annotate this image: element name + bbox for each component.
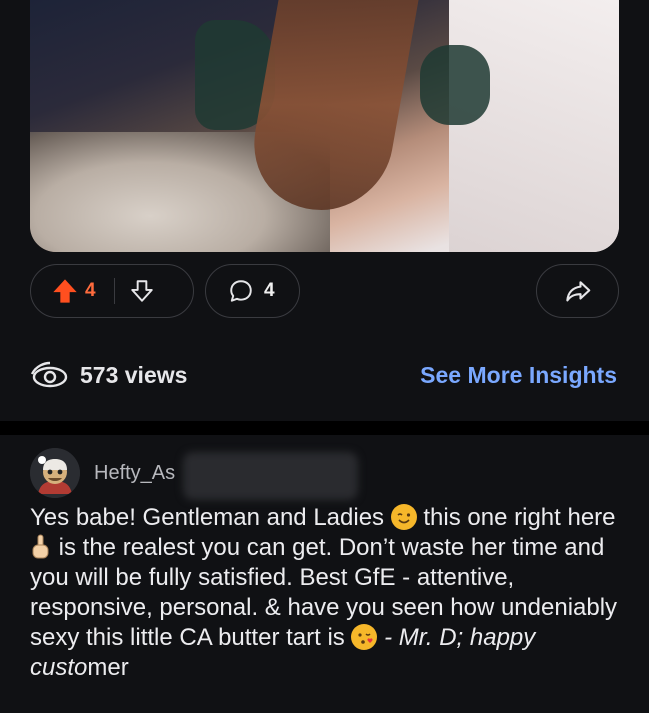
wink-emoji-icon xyxy=(390,504,417,530)
section-divider xyxy=(0,421,649,435)
comment-icon xyxy=(228,278,254,304)
comment-text-2: this one right here xyxy=(416,504,616,531)
image-sheet xyxy=(449,0,619,252)
comment-count: 4 xyxy=(264,280,275,301)
comment-signature-tail: mer xyxy=(87,654,129,681)
pointing-up-emoji-icon xyxy=(30,534,52,560)
bottom-edge xyxy=(0,700,649,713)
downvote-icon[interactable] xyxy=(129,278,155,304)
views-count: 573 views xyxy=(80,361,188,388)
vote-divider xyxy=(113,278,115,304)
share-button[interactable] xyxy=(536,264,619,318)
redacted-username xyxy=(183,452,358,500)
kiss-emoji-icon xyxy=(351,624,378,650)
vote-bar: 4 xyxy=(30,264,194,318)
views-icon xyxy=(30,360,68,390)
avatar-character-icon xyxy=(30,448,80,498)
comment-username[interactable]: Hefty_As xyxy=(94,462,175,485)
post-image[interactable] xyxy=(30,0,619,252)
upvote-icon[interactable] xyxy=(51,277,79,305)
comment-text-1: Yes babe! Gentleman and Ladies xyxy=(30,504,385,531)
avatar[interactable] xyxy=(30,448,80,498)
comment-body: Yes babe! Gentleman and Ladies this one … xyxy=(30,503,625,683)
see-more-insights-link[interactable]: See More Insights xyxy=(420,362,617,389)
share-icon xyxy=(563,276,593,306)
views-stat: 573 views xyxy=(30,360,187,390)
comments-button[interactable]: 4 xyxy=(205,264,300,318)
image-lace-2 xyxy=(420,45,490,125)
upvote-count: 4 xyxy=(85,280,96,301)
